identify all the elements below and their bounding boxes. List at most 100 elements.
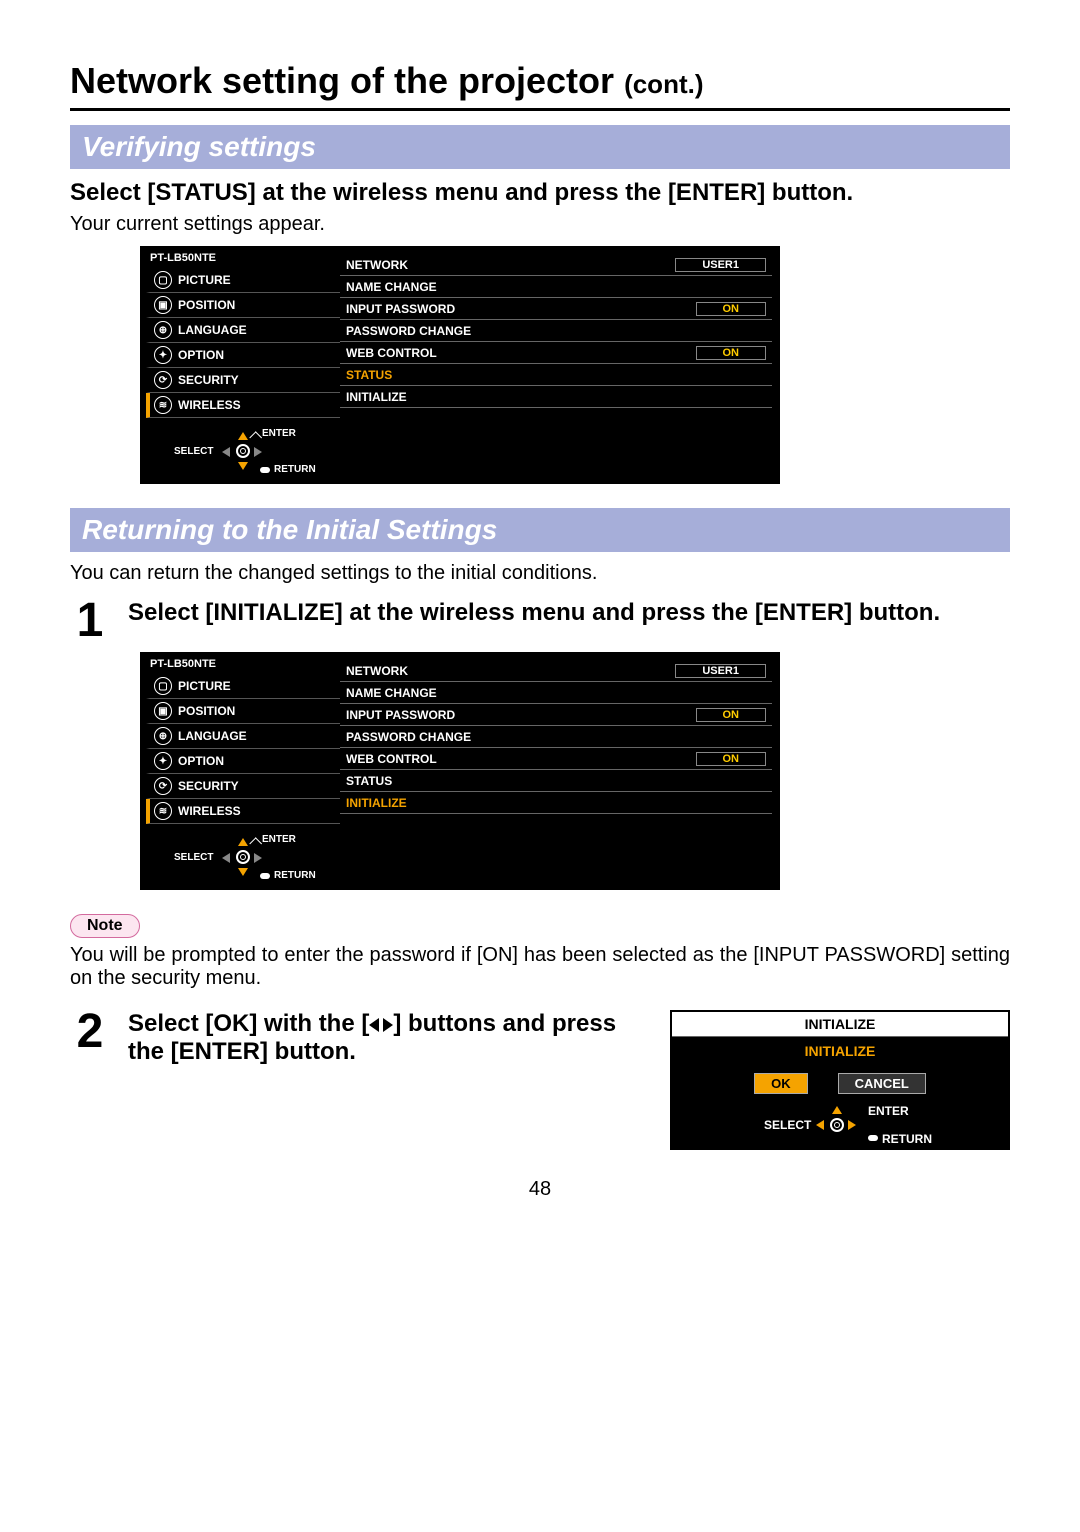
menu-item-position-2: ▣POSITION [146, 699, 340, 724]
menu-item-security: ⟳SECURITY [146, 368, 340, 393]
menu-item-picture: ▢PICTURE [146, 268, 340, 293]
dialog-cancel-button: CANCEL [838, 1073, 926, 1094]
wireless-icon: ≋ [154, 396, 172, 414]
row-status: STATUS [340, 364, 772, 386]
arrow-right-icon [254, 853, 262, 863]
arrow-left-icon [816, 1120, 824, 1130]
menu-item-language: ⊕LANGUAGE [146, 318, 340, 343]
arrow-down-icon [238, 868, 248, 876]
menu-item-picture-2: ▢PICTURE [146, 674, 340, 699]
arrow-down-icon [238, 462, 248, 470]
row-pwchange: PASSWORD CHANGE [340, 320, 772, 342]
nav-center-icon [236, 850, 250, 864]
dialog-nav-hint: ENTER SELECT RETURN [672, 1102, 1008, 1148]
position-icon: ▣ [154, 296, 172, 314]
arrow-left-icon [222, 447, 230, 457]
nav-center-icon [830, 1118, 844, 1132]
row-pwchange-2: PASSWORD CHANGE [340, 726, 772, 748]
section-header-verifying: Verifying settings [70, 125, 1010, 169]
security-icon: ⟳ [154, 777, 172, 795]
menu-item-wireless-2: ≋WIRELESS [146, 799, 340, 824]
menu-right-panel-2: NETWORKUSER1 NAME CHANGE INPUT PASSWORDO… [340, 652, 780, 890]
wireless-icon: ≋ [154, 802, 172, 820]
step-2: 2 Select [OK] with the [] buttons and pr… [70, 1010, 640, 1072]
page-title-cont: (cont.) [624, 69, 703, 99]
intro-returning: You can return the changed settings to t… [70, 562, 1010, 585]
dialog-buttons: OK CANCEL [672, 1065, 1008, 1102]
option-icon: ✦ [154, 346, 172, 364]
row-inputpw-2: INPUT PASSWORDON [340, 704, 772, 726]
dialog-sub: INITIALIZE [672, 1037, 1008, 1065]
model-label-2: PT-LB50NTE [146, 658, 340, 670]
nav-center-icon [236, 444, 250, 458]
row-webcontrol-2: WEB CONTROLON [340, 748, 772, 770]
menu-item-security-2: ⟳SECURITY [146, 774, 340, 799]
step-2-text-before: Select [OK] with the [ [128, 1010, 369, 1037]
menu-left-panel: PT-LB50NTE ▢PICTURE ▣POSITION ⊕LANGUAGE … [140, 246, 340, 484]
arrow-up-icon [832, 1106, 842, 1114]
nav-select-label-2: SELECT [174, 852, 213, 863]
note-block: Note You will be prompted to enter the p… [70, 914, 1010, 990]
nav-return-label-2: RETURN [274, 870, 316, 881]
option-icon: ✦ [154, 752, 172, 770]
dialog-title: INITIALIZE [672, 1012, 1008, 1037]
instruction-status: Select [STATUS] at the wireless menu and… [70, 179, 1010, 207]
menu-item-wireless: ≋WIRELESS [146, 393, 340, 418]
menu-item-option-2: ✦OPTION [146, 749, 340, 774]
step-1-text: Select [INITIALIZE] at the wireless menu… [128, 599, 1010, 627]
menu-screenshot-initialize: PT-LB50NTE ▢PICTURE ▣POSITION ⊕LANGUAGE … [140, 652, 780, 890]
menu-item-language-2: ⊕LANGUAGE [146, 724, 340, 749]
arrow-up-icon [238, 838, 248, 846]
model-label: PT-LB50NTE [146, 252, 340, 264]
arrow-left-icon [222, 853, 230, 863]
arrow-right-icon [848, 1120, 856, 1130]
row-initialize: INITIALIZE [340, 386, 772, 408]
menu-right-panel: NETWORKUSER1 NAME CHANGE INPUT PASSWORDO… [340, 246, 780, 484]
note-pill: Note [70, 914, 140, 938]
security-icon: ⟳ [154, 371, 172, 389]
nav-hint-2: ENTER SELECT RETURN [146, 832, 340, 882]
row-status-2: STATUS [340, 770, 772, 792]
arrow-right-icon [254, 447, 262, 457]
language-icon: ⊕ [154, 321, 172, 339]
dialog-nav-select: SELECT [764, 1118, 811, 1132]
row-namechange-2: NAME CHANGE [340, 682, 772, 704]
menu-left-panel-2: PT-LB50NTE ▢PICTURE ▣POSITION ⊕LANGUAGE … [140, 652, 340, 890]
menu-item-position: ▣POSITION [146, 293, 340, 318]
row-initialize-2: INITIALIZE [340, 792, 772, 814]
step-1: 1 Select [INITIALIZE] at the wireless me… [70, 599, 1010, 642]
row-network-2: NETWORKUSER1 [340, 660, 772, 682]
initialize-dialog: INITIALIZE INITIALIZE OK CANCEL ENTER SE… [670, 1010, 1010, 1150]
nav-enter-label: ENTER [262, 428, 296, 439]
step-2-text: Select [OK] with the [] buttons and pres… [128, 1010, 640, 1066]
page-number: 48 [70, 1178, 1010, 1201]
page-title-main: Network setting of the projector [70, 60, 614, 101]
picture-icon: ▢ [154, 271, 172, 289]
step-1-number: 1 [70, 599, 110, 642]
menu-item-option: ✦OPTION [146, 343, 340, 368]
nav-select-label: SELECT [174, 446, 213, 457]
row-webcontrol: WEB CONTROLON [340, 342, 772, 364]
row-namechange: NAME CHANGE [340, 276, 772, 298]
section-header-returning: Returning to the Initial Settings [70, 508, 1010, 552]
nav-hint: ENTER SELECT RETURN [146, 426, 340, 476]
dialog-ok-button: OK [754, 1073, 808, 1094]
step-2-number: 2 [70, 1010, 110, 1072]
picture-icon: ▢ [154, 677, 172, 695]
row-inputpw: INPUT PASSWORDON [340, 298, 772, 320]
dialog-nav-return: RETURN [882, 1132, 932, 1146]
nav-enter-label-2: ENTER [262, 834, 296, 845]
menu-screenshot-status: PT-LB50NTE ▢PICTURE ▣POSITION ⊕LANGUAGE … [140, 246, 780, 484]
dialog-nav-enter: ENTER [868, 1104, 909, 1118]
page-title: Network setting of the projector (cont.) [70, 60, 1010, 111]
subtext-status: Your current settings appear. [70, 213, 1010, 236]
row-network: NETWORKUSER1 [340, 254, 772, 276]
language-icon: ⊕ [154, 727, 172, 745]
nav-return-label: RETURN [274, 464, 316, 475]
arrow-right-icon [383, 1018, 393, 1032]
arrow-left-icon [369, 1018, 379, 1032]
arrow-up-icon [238, 432, 248, 440]
note-text: You will be prompted to enter the passwo… [70, 944, 1010, 990]
step-2-row: 2 Select [OK] with the [] buttons and pr… [70, 1010, 1010, 1150]
position-icon: ▣ [154, 702, 172, 720]
